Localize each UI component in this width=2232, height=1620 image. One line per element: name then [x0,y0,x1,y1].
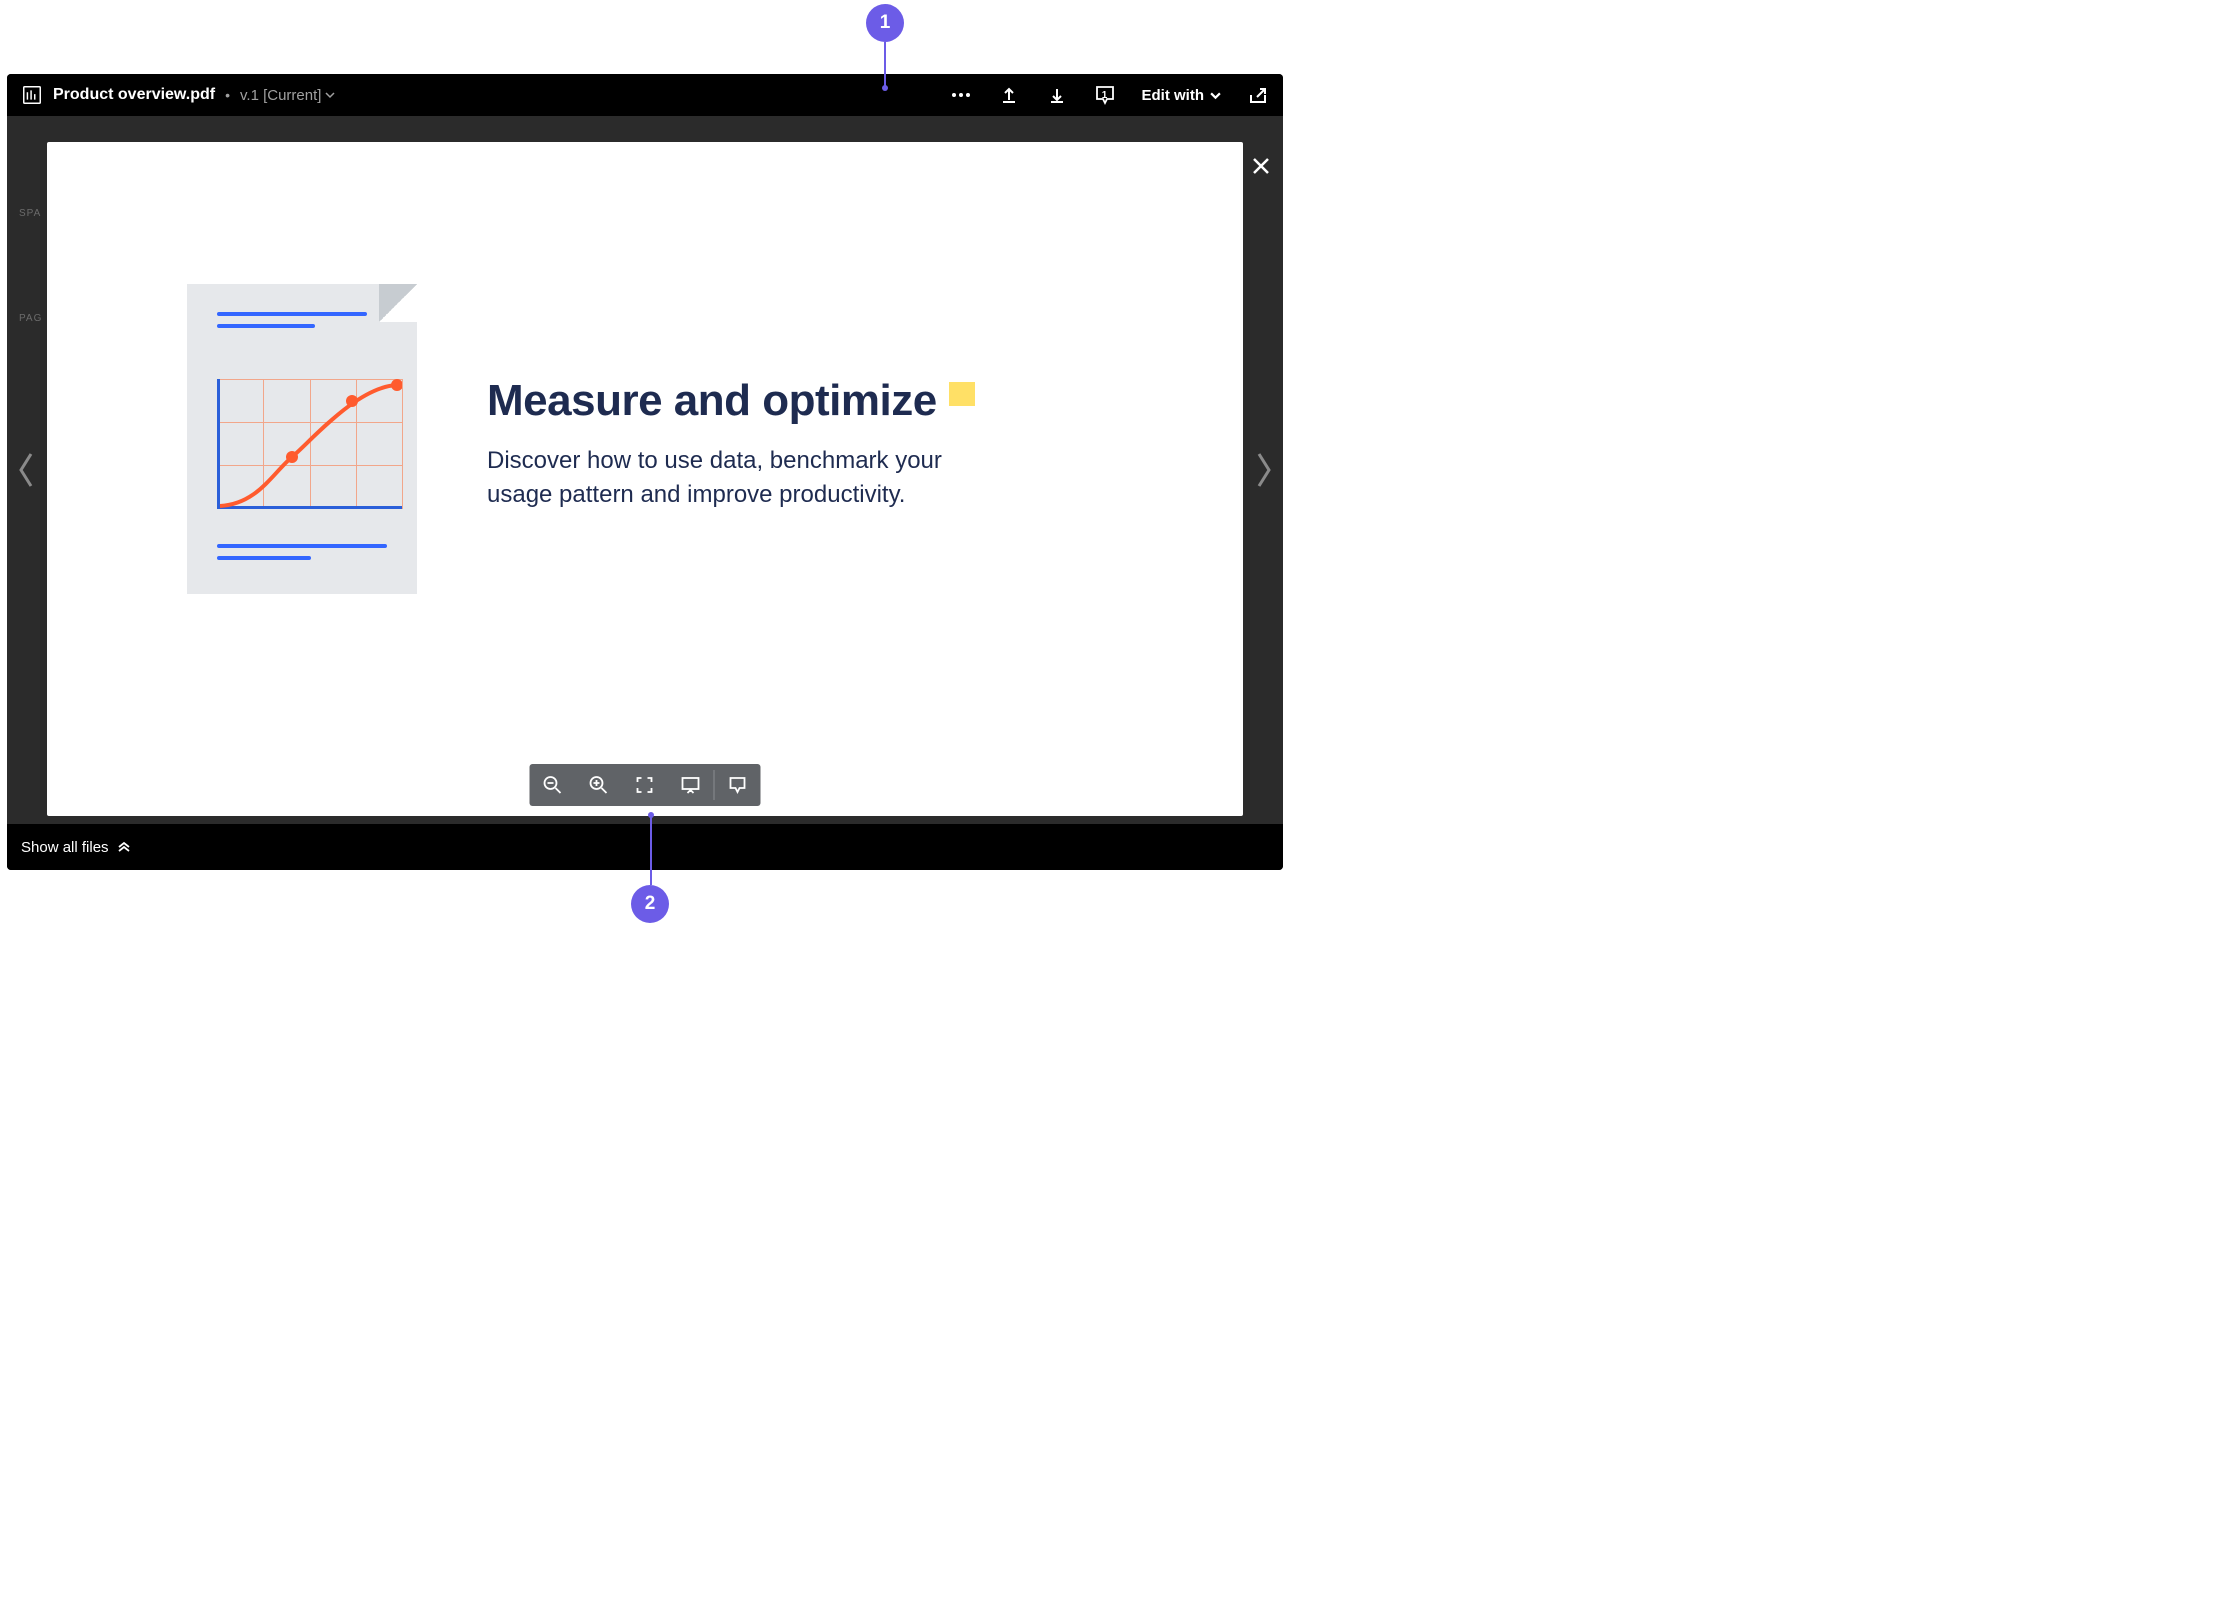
file-icon [21,84,43,106]
document-page: Measure and optimize Discover how to use… [47,142,1243,816]
close-button[interactable] [1247,152,1275,180]
share-icon[interactable] [1247,84,1269,106]
file-name: Product overview.pdf [53,86,215,104]
preview-footer: Show all files [7,824,1283,870]
show-all-files-label: Show all files [21,839,109,856]
bg-sidebar-heading: SPA [7,206,47,221]
viewer-toolbar [530,764,761,806]
edit-with-dropdown[interactable]: Edit with [1142,87,1222,104]
version-label: v.1 [Current] [240,87,321,104]
presentation-button[interactable] [668,764,714,806]
slide-title: Measure and optimize [487,376,937,426]
edit-with-label: Edit with [1142,87,1205,104]
zoom-out-button[interactable] [530,764,576,806]
callout-number: 1 [880,12,891,34]
bg-sidebar-heading: PAG [7,311,47,326]
preview-header: Product overview.pdf • v.1 [Current] 1 [7,74,1283,116]
zoom-in-button[interactable] [576,764,622,806]
header-left: Product overview.pdf • v.1 [Current] [21,84,940,106]
callout-line-1 [884,42,886,88]
preview-body: SPA PAG [7,116,1283,824]
next-button[interactable] [1247,440,1281,500]
add-comment-button[interactable] [715,764,761,806]
sticky-note-icon[interactable] [949,382,975,406]
comments-icon[interactable]: 1 [1094,84,1116,106]
fullscreen-button[interactable] [622,764,668,806]
slide-description: Discover how to use data, benchmark your… [487,444,967,511]
slide-content: Measure and optimize Discover how to use… [47,142,1243,816]
callout-badge-2: 2 [631,885,669,923]
callout-badge-1: 1 [866,4,904,42]
upload-icon[interactable] [998,84,1020,106]
document-illustration [187,284,417,594]
show-all-files-toggle[interactable]: Show all files [21,839,131,856]
comment-count: 1 [1102,90,1108,101]
slide-title-row: Measure and optimize [487,376,1183,426]
version-dropdown[interactable]: v.1 [Current] [240,87,335,104]
callout-line-2 [650,815,652,885]
header-actions: 1 Edit with [950,84,1270,106]
download-icon[interactable] [1046,84,1068,106]
previous-button[interactable] [9,440,43,500]
slide-text-block: Measure and optimize Discover how to use… [487,366,1183,511]
separator-dot: • [225,87,230,103]
callout-number: 2 [645,893,656,915]
file-preview-window: Product overview.pdf • v.1 [Current] 1 [7,74,1283,870]
more-menu-icon[interactable] [950,84,972,106]
